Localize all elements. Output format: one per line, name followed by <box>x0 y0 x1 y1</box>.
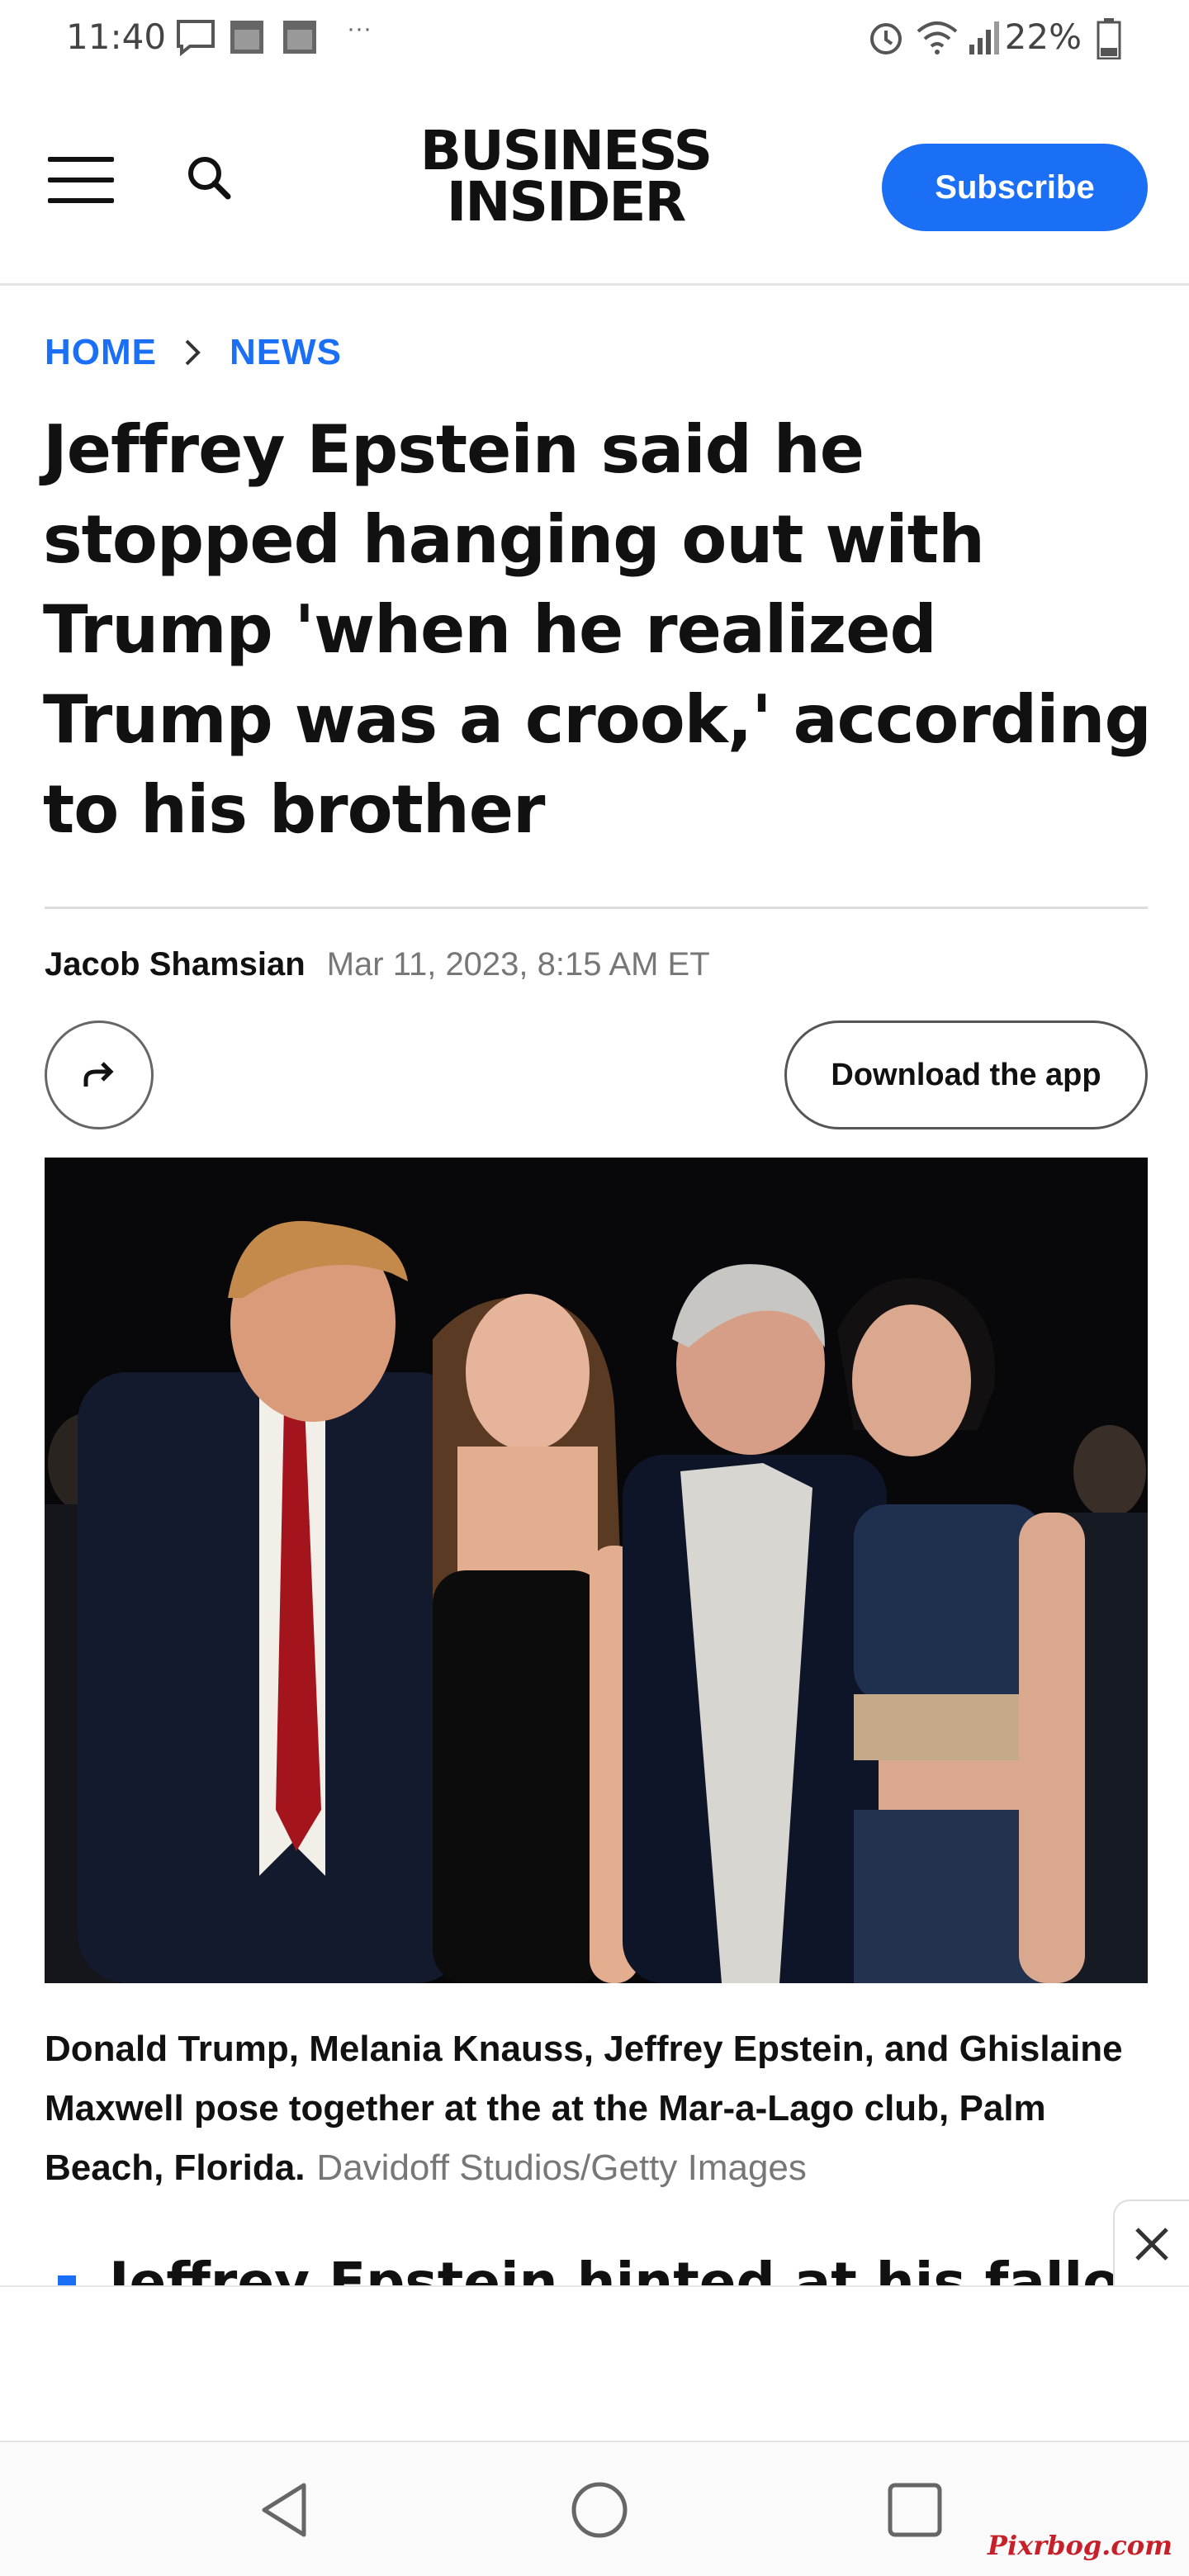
watermark-text: Pixrbog.com <box>987 2530 1172 2561</box>
status-time: 11:40 <box>66 17 167 57</box>
alarm-icon <box>870 23 902 54</box>
article-headline: Jeffrey Epstein said he stopped hanging … <box>43 411 1152 848</box>
more-dots-icon: ··· <box>347 15 372 42</box>
breadcrumb-news[interactable]: NEWS <box>230 332 342 373</box>
calendar-icon <box>283 21 316 54</box>
subscribe-button[interactable]: Subscribe <box>882 144 1148 231</box>
calendar-icon <box>230 21 263 54</box>
signal-icon <box>969 21 999 54</box>
photo-illustration <box>45 1158 1148 1983</box>
breadcrumb-home[interactable]: HOME <box>45 332 157 373</box>
status-bar: 11:40 ··· 22% <box>0 0 1189 83</box>
battery-icon <box>1097 18 1121 59</box>
divider <box>45 907 1148 909</box>
recent-apps-icon[interactable] <box>882 2477 948 2543</box>
search-icon[interactable] <box>180 149 238 206</box>
logo-line1: BUSINESS <box>419 119 713 182</box>
share-arrow-icon <box>83 1062 114 1087</box>
site-header: BUSINESS INSIDER Subscribe <box>0 83 1189 286</box>
key-point-bullet: Jeffrey Epstein hinted at his fallout wi… <box>45 2239 1118 2287</box>
share-button[interactable] <box>45 1020 154 1129</box>
business-insider-logo[interactable]: BUSINESS INSIDER <box>417 119 714 234</box>
ad-close-button[interactable] <box>1113 2200 1189 2287</box>
article-photo <box>45 1158 1148 1983</box>
ad-slot[interactable] <box>0 2285 1189 2441</box>
close-icon <box>1135 2228 1168 2261</box>
logo-line2: INSIDER <box>446 170 687 234</box>
battery-percent: 22% <box>1004 17 1082 57</box>
breadcrumb: HOME NEWS <box>45 332 342 373</box>
byline: Jacob Shamsian Mar 11, 2023, 8:15 AM ET <box>45 946 710 983</box>
back-icon[interactable] <box>253 2477 319 2543</box>
download-app-button[interactable]: Download the app <box>784 1020 1148 1129</box>
menu-icon[interactable] <box>48 157 114 203</box>
home-icon[interactable] <box>566 2477 632 2543</box>
chevron-right-icon <box>185 339 201 366</box>
publish-date: Mar 11, 2023, 8:15 AM ET <box>326 946 710 983</box>
author-name[interactable]: Jacob Shamsian <box>45 946 306 983</box>
bullet-text: Jeffrey Epstein hinted at his fallout wi… <box>109 2251 1118 2287</box>
photo-caption: Donald Trump, Melania Knauss, Jeffrey Ep… <box>45 2020 1148 2198</box>
photo-credit: Davidoff Studios/Getty Images <box>316 2147 807 2188</box>
wifi-icon <box>917 21 958 54</box>
message-icon <box>177 20 215 56</box>
